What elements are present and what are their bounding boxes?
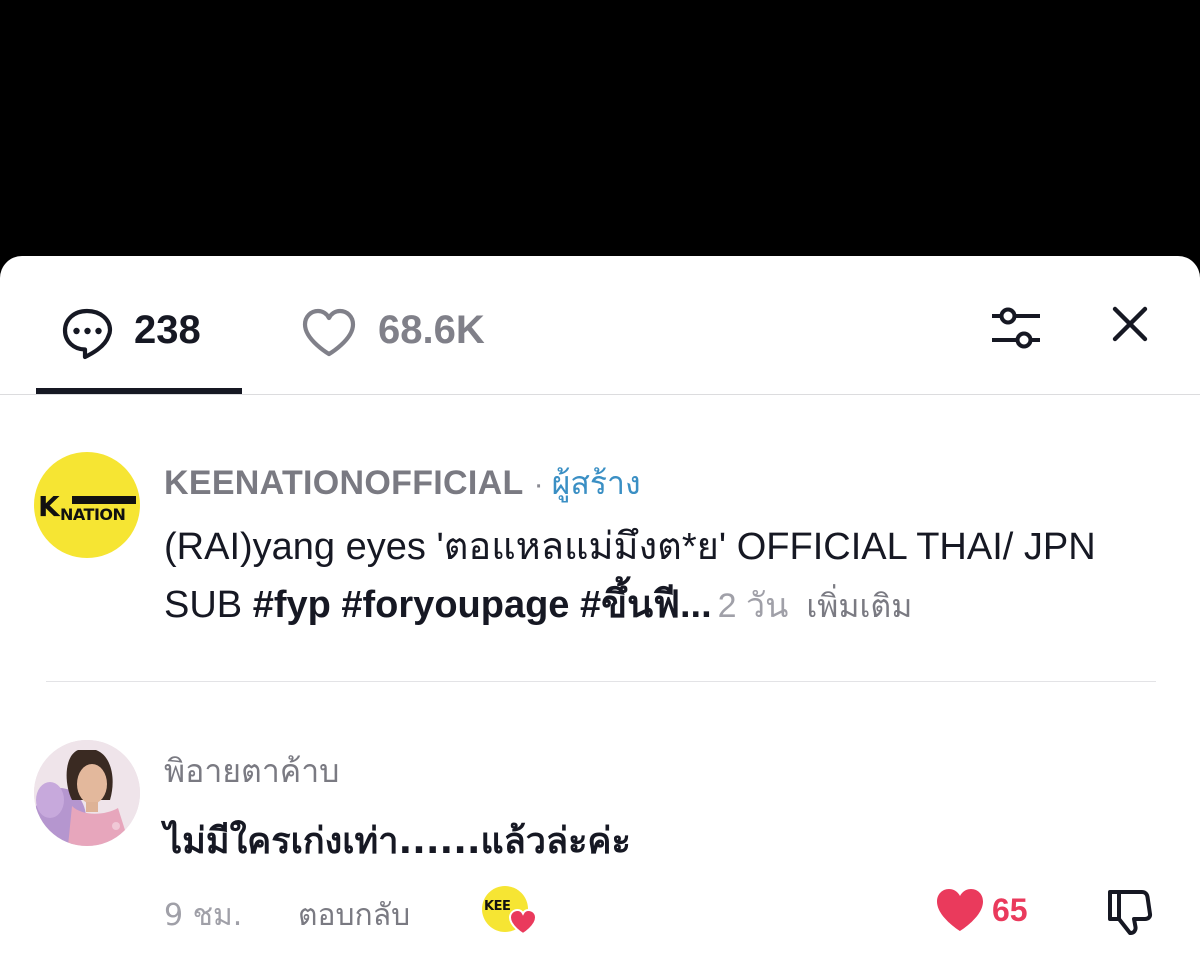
- comment-like-count: 65: [992, 892, 1028, 928]
- caption-hashtags[interactable]: #fyp #foryoupage #ขึ้นฟี...: [253, 584, 712, 626]
- creator-role-tag: ผู้สร้าง: [551, 464, 641, 502]
- creator-name-row: KEENATIONOFFICIAL · ผู้สร้าง: [164, 458, 641, 502]
- reply-button[interactable]: ตอบกลับ: [298, 892, 410, 939]
- tab-likes[interactable]: 68.6K: [298, 256, 528, 395]
- section-divider: [46, 681, 1156, 682]
- speech-bubble-icon: [62, 308, 113, 360]
- creator-username[interactable]: KEENATIONOFFICIAL: [164, 464, 524, 502]
- close-icon[interactable]: [1106, 300, 1154, 348]
- comment-text: ไม่มีใครเก่งเท่า......แล้วล่ะค่ะ: [164, 821, 631, 862]
- thumbs-down-icon[interactable]: [1104, 884, 1156, 936]
- mini-logo-text: KEE: [484, 899, 511, 914]
- sliders-icon[interactable]: [986, 300, 1046, 356]
- creator-avatar[interactable]: K NATION: [34, 452, 140, 558]
- more-button[interactable]: เพิ่มเติม: [806, 588, 912, 624]
- video-caption: (RAI)yang eyes 'ตอแหลแม่มึงต*ย' OFFICIAL…: [164, 518, 1164, 635]
- header-divider: [0, 394, 1200, 395]
- logo-nation-text: NATION: [60, 505, 126, 524]
- liked-by-creator-badge: KEE: [482, 886, 542, 938]
- avatar-portrait: [34, 740, 140, 846]
- comment-count: 238: [134, 308, 201, 352]
- video-area: [0, 0, 1200, 300]
- logo-kee-text: K: [38, 490, 60, 523]
- heart-badge-icon: [508, 908, 538, 936]
- avatar[interactable]: [34, 740, 140, 846]
- comment-username[interactable]: พิอายตาค้าบ: [164, 746, 339, 797]
- comments-sheet: 238 68.6K K NATION KEENATIONOFFICIAL · ผู้…: [0, 256, 1200, 969]
- caption-time: 2 วัน: [717, 587, 789, 625]
- comment-timestamp: 9 ชม.: [164, 898, 243, 933]
- heart-outline-icon: [302, 308, 356, 357]
- like-count: 68.6K: [378, 308, 485, 352]
- heart-filled-icon[interactable]: [934, 886, 986, 934]
- separator-dot: ·: [533, 468, 544, 501]
- tab-comments[interactable]: 238: [36, 256, 242, 395]
- logo-bar: [72, 496, 136, 504]
